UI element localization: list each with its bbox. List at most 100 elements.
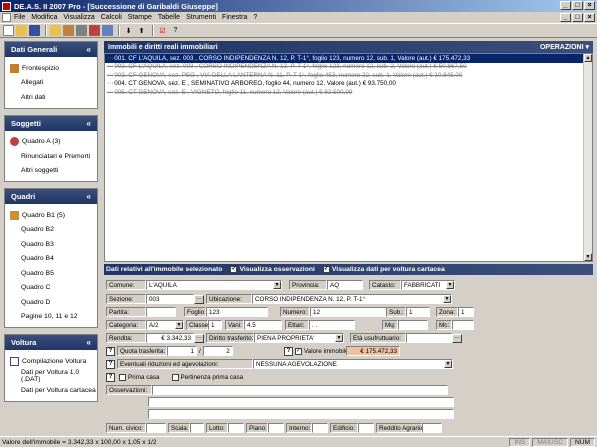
rendita-lookup-button[interactable]: … (194, 333, 204, 343)
menu-tabelle[interactable]: Tabelle (158, 14, 180, 21)
save-icon[interactable] (29, 25, 40, 36)
chevron-down-icon[interactable]: ▼ (273, 281, 281, 289)
valore-field[interactable]: € 175.472,33 (346, 346, 400, 356)
classe-field[interactable]: 1 (208, 320, 222, 330)
help-icon[interactable]: ? (170, 25, 181, 36)
lotto-field[interactable] (228, 423, 244, 433)
quota-denominator-field[interactable]: 2 (202, 346, 233, 356)
section-header[interactable]: Soggetti « (5, 115, 97, 131)
chevron-down-icon[interactable]: ▼ (335, 334, 343, 342)
menu-finestra[interactable]: Finestra (222, 14, 247, 21)
mc-field[interactable] (452, 320, 474, 330)
help-icon[interactable]: ? (106, 359, 115, 369)
civico-field[interactable] (146, 423, 166, 433)
section-header[interactable]: Quadri « (5, 189, 97, 204)
sidebar-item-quadro-b4[interactable]: Quadro B4 (10, 252, 97, 267)
sidebar-item-altri-dati[interactable]: Altri dati (10, 90, 97, 105)
sidebar-item-altri-soggetti[interactable]: Altri soggetti (10, 164, 97, 179)
diritto-field[interactable]: PIENA PROPRIETA' (254, 333, 344, 343)
sidebar-item-voltura-dat[interactable]: Dati per Voltura 1.0 (.DAT) (10, 369, 97, 384)
new-icon[interactable] (3, 25, 14, 36)
sidebar-item-quadro-a[interactable]: Quadro A (3) (10, 135, 97, 150)
zona-field[interactable]: 1 (458, 307, 474, 317)
scala-field[interactable] (190, 423, 204, 433)
ubicazione-field[interactable]: CORSO INDIPENDENZA N. 12, P. T-1° (252, 294, 452, 304)
menu-strumenti[interactable]: Strumenti (186, 14, 216, 21)
doc-restore-button[interactable]: □ (572, 13, 583, 22)
menu-file[interactable]: File (14, 14, 25, 21)
sidebar-item-voltura-cartacea[interactable]: Dati per Voltura cartacea (10, 383, 97, 398)
print-preview-icon[interactable] (76, 25, 87, 36)
clipboard-icon[interactable] (63, 25, 74, 36)
property-list[interactable]: ⋯ 001. CF L'AQUILA, sez. 003 , CORSO INDI… (104, 53, 593, 262)
sidebar-item-quadro-b3[interactable]: Quadro B3 (10, 237, 97, 252)
quota-numerator-field[interactable]: 1 (167, 346, 197, 356)
open-folder-icon[interactable] (16, 25, 27, 36)
chevron-down-icon[interactable]: ▼ (444, 360, 452, 368)
document-icon[interactable] (2, 13, 11, 22)
chevron-down-icon[interactable]: ▼ (446, 281, 454, 289)
sidebar-item-quadro-b1[interactable]: Quadro B1 (5) (10, 208, 97, 223)
section-header[interactable]: Voltura « (5, 335, 97, 350)
sidebar-item-quadro-c[interactable]: Quadro C (10, 281, 97, 296)
doc-minimize-button[interactable]: _ (560, 13, 571, 22)
arrow-down-icon[interactable]: ⬇ (123, 25, 134, 36)
sub-field[interactable]: 1 (406, 307, 430, 317)
comune-field[interactable]: L'AQUILA (146, 280, 282, 290)
mq-field[interactable] (398, 320, 428, 330)
close-button[interactable]: × (584, 1, 595, 10)
maximize-button[interactable]: □ (572, 1, 583, 10)
check-icon[interactable]: ☑ (157, 25, 168, 36)
menu-calcoli[interactable]: Calcoli (101, 14, 122, 21)
sidebar-item-frontespizio[interactable]: Frontespizio (10, 61, 97, 76)
list-item[interactable]: ⋯ 003. CF GENOVA, sez. PEG , VIA DELLA LA… (105, 71, 592, 80)
provincia-field[interactable]: AQ (327, 280, 363, 290)
osservazioni-field-3[interactable] (148, 409, 454, 419)
pertinenza-checkbox[interactable] (171, 373, 179, 381)
valore-checkbox[interactable]: ✓ (295, 347, 302, 355)
chevron-down-icon[interactable]: ▼ (175, 321, 183, 329)
interno-field[interactable] (312, 423, 328, 433)
partita-field[interactable] (146, 307, 176, 317)
menu-stampe[interactable]: Stampe (128, 14, 152, 21)
minimize-button[interactable]: _ (560, 1, 571, 10)
vani-field[interactable]: 4.5 (244, 320, 282, 330)
section-header[interactable]: Dati Generali « (5, 42, 97, 57)
sidebar-item-pagine[interactable]: Pagine 10, 11 e 12 (10, 310, 97, 325)
edificio-field[interactable] (358, 423, 374, 433)
copy-icon[interactable] (50, 25, 61, 36)
osservazioni-field-2[interactable] (148, 397, 454, 407)
help-icon[interactable]: ? (106, 372, 115, 382)
arrow-up-icon[interactable]: ⬆ (136, 25, 147, 36)
list-item[interactable]: ⋯ 004. CT GENOVA, sez. E , SEMINATIVO ARB… (105, 80, 592, 89)
checkbox-osservazioni[interactable]: ✓ (230, 266, 238, 273)
find-icon[interactable] (102, 25, 113, 36)
riduzioni-field[interactable]: NESSUNA AGEVOLAZIONE (253, 359, 453, 369)
doc-close-button[interactable]: × (584, 13, 595, 22)
osservazioni-field-1[interactable] (152, 385, 448, 395)
menu-modifica[interactable]: Modifica (31, 14, 57, 21)
print-icon[interactable] (89, 25, 100, 36)
list-item[interactable]: ⋯ 005. CT GENOVA, sez. E , VIGNETO, fogli… (105, 88, 592, 97)
chevron-down-icon[interactable]: ▼ (443, 295, 451, 303)
sidebar-item-quadro-b5[interactable]: Quadro B5 (10, 266, 97, 281)
foglio-field[interactable]: 123 (206, 307, 268, 317)
piano-field[interactable] (268, 423, 284, 433)
help-icon[interactable]: ? (284, 346, 293, 356)
sezione-lookup-button[interactable]: … (194, 294, 204, 304)
ettari-field[interactable]: . . (309, 320, 355, 330)
checkbox-cartacea[interactable]: ✓ (322, 266, 330, 273)
sezione-field[interactable]: 003 (146, 294, 194, 304)
numero-field[interactable]: 12 (310, 307, 390, 317)
prima-casa-checkbox[interactable] (119, 373, 126, 381)
sidebar-item-allegati[interactable]: Allegati (10, 76, 97, 91)
eta-lookup-button[interactable]: … (452, 333, 462, 343)
operations-menu[interactable]: OPERAZIONI ▾ (540, 43, 589, 51)
sidebar-item-rinunciatari[interactable]: Rinunciatari e Premorti (10, 149, 97, 164)
list-item[interactable]: ⋯ 002. CF L'AQUILA, sez. 003 , CORSO INDI… (105, 63, 592, 72)
help-icon[interactable]: ? (106, 346, 115, 356)
sidebar-item-quadro-d[interactable]: Quadro D (10, 295, 97, 310)
list-item[interactable]: ⋯ 001. CF L'AQUILA, sez. 003 , CORSO INDI… (105, 54, 592, 63)
scrollbar[interactable]: ▲ ▼ (583, 54, 592, 261)
menu-help[interactable]: ? (253, 14, 257, 21)
